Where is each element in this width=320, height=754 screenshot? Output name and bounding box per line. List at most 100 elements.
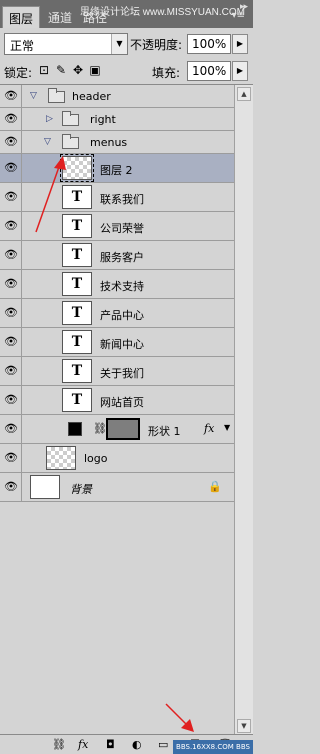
lock-icon: 🔒 [208, 480, 222, 493]
layer-name: right [90, 113, 116, 126]
text-layer-icon: T [62, 272, 92, 296]
layer-row-logo[interactable]: 👁 logo [0, 444, 234, 473]
text-layer-icon: T [62, 214, 92, 238]
text-layer-icon: T [62, 243, 92, 267]
visibility-toggle[interactable]: 👁 [0, 444, 22, 472]
eye-icon: 👁 [4, 364, 18, 377]
link-icon[interactable]: ⛓ [93, 422, 107, 435]
eye-icon: 👁 [4, 135, 18, 148]
layer-name: 联系我们 [100, 193, 144, 206]
chevron-down-icon[interactable]: ▼ [224, 423, 230, 432]
lock-transparent-icon[interactable]: ⊡ [38, 63, 50, 77]
layer-name: 新闻中心 [100, 338, 144, 351]
eye-icon: 👁 [4, 277, 18, 290]
layers-scrollbar[interactable]: ▲ ▼ [234, 85, 253, 735]
vector-mask-thumbnail[interactable] [106, 418, 140, 440]
layer-name: 技术支持 [100, 280, 144, 293]
layer-name: logo [84, 452, 108, 465]
layer-row-right[interactable]: 👁 ▷ right [0, 108, 234, 131]
visibility-toggle[interactable]: 👁 [0, 328, 22, 356]
lock-fill-row: 锁定: ⊡ ✎ ✥ ▣ 填充: 100% ▶ [4, 60, 249, 82]
layer-row-text[interactable]: 👁 T 服务客户 [0, 241, 234, 270]
fill-input[interactable]: 100% [187, 61, 231, 81]
chevron-down-icon[interactable]: ▼ [111, 34, 127, 54]
visibility-toggle[interactable]: 👁 [0, 212, 22, 240]
opacity-label: 不透明度: [130, 38, 183, 52]
layer-row-shape[interactable]: 👁 ⛓ 形状 1 fx ▼ [0, 415, 234, 444]
visibility-toggle[interactable]: 👁 [0, 386, 22, 414]
layer-row-text[interactable]: 👁 T 联系我们 [0, 183, 234, 212]
visibility-toggle[interactable]: 👁 [0, 154, 22, 182]
visibility-toggle[interactable]: 👁 [0, 415, 22, 443]
layer-row-text[interactable]: 👁 T 新闻中心 [0, 328, 234, 357]
eye-icon: 👁 [4, 89, 18, 102]
panel-menu-icon[interactable]: ▾≡ [232, 10, 245, 21]
triangle-down-icon[interactable]: ▽ [30, 91, 37, 101]
visibility-toggle[interactable]: 👁 [0, 357, 22, 385]
fill-label: 填充: [152, 66, 181, 80]
layer-name: 图层 2 [100, 164, 133, 177]
scroll-up-icon[interactable]: ▲ [237, 87, 251, 101]
eye-icon: 👁 [4, 190, 18, 203]
text-layer-icon: T [62, 185, 92, 209]
fx-icon[interactable]: fx [204, 422, 214, 435]
visibility-toggle[interactable]: 👁 [0, 299, 22, 327]
layer-row-background[interactable]: 👁 背景 🔒 [0, 473, 234, 502]
layer-row-text[interactable]: 👁 T 网站首页 [0, 386, 234, 415]
watermark: 思缘设计论坛 www.MISSYUAN.COM [80, 7, 246, 18]
eye-icon: 👁 [4, 219, 18, 232]
folder-icon [62, 134, 79, 149]
lock-all-icon[interactable]: ▣ [89, 63, 101, 77]
layer-name: 服务客户 [100, 251, 144, 264]
visibility-toggle[interactable]: 👁 [0, 183, 22, 211]
eye-icon: 👁 [4, 335, 18, 348]
layer-row-text[interactable]: 👁 T 关于我们 [0, 357, 234, 386]
visibility-toggle[interactable]: 👁 [0, 270, 22, 298]
blend-mode-select[interactable]: 正常 ▼ [4, 33, 128, 55]
add-style-icon[interactable]: fx [78, 738, 88, 752]
tab-channels[interactable]: 通道 [42, 6, 78, 28]
layer-thumbnail [46, 446, 76, 470]
eye-icon: 👁 [4, 161, 18, 174]
visibility-toggle[interactable]: 👁 [0, 131, 22, 153]
layer-name: 产品中心 [100, 309, 144, 322]
lock-brush-icon[interactable]: ✎ [55, 63, 67, 77]
layer-row-header[interactable]: 👁 ▽ header [0, 85, 234, 108]
layer-row-text[interactable]: 👁 T 技术支持 [0, 270, 234, 299]
folder-icon [62, 111, 79, 126]
layers-panel-footer: ⛓ fx ◘ ◐ ▭ ❐ 🗑 BBS.16XX8.COM BBS [0, 734, 253, 754]
layer-name: 网站首页 [100, 396, 144, 409]
triangle-right-icon[interactable]: ▷ [46, 114, 53, 124]
adjustment-layer-icon[interactable]: ◐ [132, 738, 142, 752]
blend-mode-value: 正常 [10, 39, 35, 53]
visibility-toggle[interactable]: 👁 [0, 108, 22, 130]
layer-name: 公司荣誉 [100, 222, 144, 235]
layer-row-text[interactable]: 👁 T 产品中心 [0, 299, 234, 328]
layer-row-layer2[interactable]: 👁 图层 2 [0, 154, 234, 183]
visibility-toggle[interactable]: 👁 [0, 241, 22, 269]
add-mask-icon[interactable]: ◘ [106, 738, 115, 752]
fill-slider-button[interactable]: ▶ [232, 61, 248, 81]
layer-row-text[interactable]: 👁 T 公司荣誉 [0, 212, 234, 241]
visibility-toggle[interactable]: 👁 [0, 473, 22, 501]
triangle-down-icon[interactable]: ▽ [44, 137, 51, 147]
shape-fill-thumbnail[interactable] [68, 422, 82, 436]
eye-icon: 👁 [4, 451, 18, 464]
layer-row-menus[interactable]: 👁 ▽ menus [0, 131, 234, 154]
layer-name: menus [90, 136, 128, 149]
tab-layers[interactable]: 图层 [2, 6, 41, 28]
opacity-slider-button[interactable]: ▶ [232, 34, 248, 54]
blend-opacity-row: 正常 ▼ 不透明度: 100% ▶ [4, 33, 249, 55]
text-layer-icon: T [62, 388, 92, 412]
layer-name: 背景 [70, 483, 92, 496]
scroll-down-icon[interactable]: ▼ [237, 719, 251, 733]
opacity-input[interactable]: 100% [187, 34, 231, 54]
visibility-toggle[interactable]: 👁 [0, 85, 22, 107]
new-group-icon[interactable]: ▭ [158, 738, 168, 752]
layers-list: 👁 ▽ header 👁 ▷ right 👁 ▽ menus 👁 图层 2 👁 … [0, 84, 253, 735]
lock-label: 锁定: [4, 66, 33, 80]
link-layers-icon[interactable]: ⛓ [52, 738, 66, 752]
lock-move-icon[interactable]: ✥ [72, 63, 84, 77]
eye-icon: 👁 [4, 422, 18, 435]
layer-name: header [72, 90, 111, 103]
